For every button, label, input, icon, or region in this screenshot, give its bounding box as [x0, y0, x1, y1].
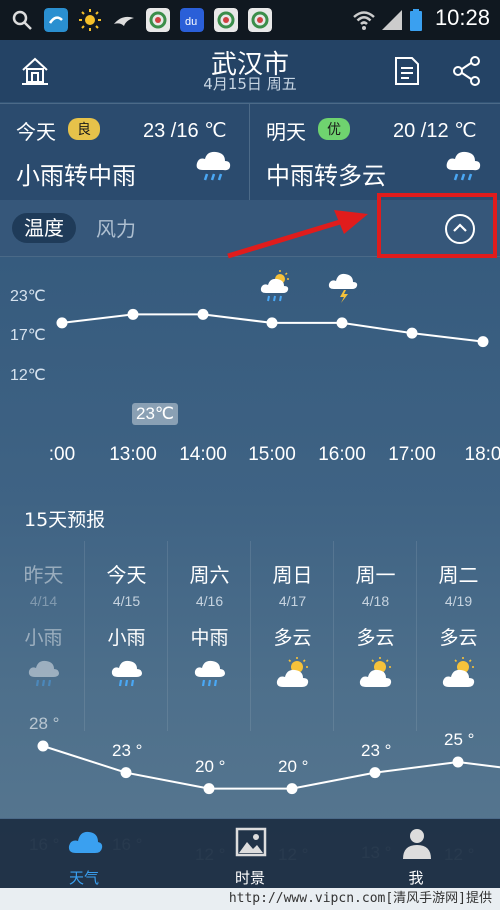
- rain-cloud-icon: [446, 151, 481, 181]
- app-icon: [248, 8, 272, 32]
- high-temp-point: [120, 767, 132, 779]
- sun-rain-icon: [260, 270, 289, 302]
- high-temp-point: [286, 783, 298, 795]
- person-icon: [403, 829, 431, 859]
- x-tick-label: 16:00: [318, 444, 366, 465]
- tab-wind[interactable]: 风力: [96, 214, 136, 244]
- nav-label: 时景: [234, 869, 265, 887]
- tomorrow-temp: 20 /12 ℃: [393, 120, 477, 142]
- nav-label: 我: [408, 869, 424, 887]
- high-temp-label: 20 °: [195, 756, 226, 776]
- x-tick-label: 14:00: [179, 444, 227, 465]
- temperature-point: [127, 308, 139, 320]
- notes-icon[interactable]: [390, 54, 424, 88]
- bottom-nav: 天气 时景 我: [0, 818, 500, 889]
- signal-icon: [382, 10, 402, 30]
- nav-scenes[interactable]: 时景: [200, 819, 300, 889]
- high-temp-label: 23 °: [112, 740, 143, 760]
- nav-weather[interactable]: 天气: [34, 819, 134, 889]
- search-icon: [12, 10, 32, 30]
- share-icon[interactable]: [450, 54, 484, 88]
- temperature-point: [406, 327, 418, 339]
- x-tick-label: 18:0: [464, 444, 500, 465]
- temp-callout: 23℃: [132, 403, 179, 425]
- x-tick-label: 13:00: [109, 444, 157, 465]
- today-temp: 23 /16 ℃: [143, 120, 227, 142]
- temperature-point: [266, 317, 278, 329]
- high-temp-point: [452, 756, 464, 768]
- aqi-badge: 优: [318, 118, 350, 140]
- battery-icon: [410, 9, 422, 31]
- high-temp-point: [37, 740, 49, 752]
- app-header: 武汉市 4月15日 周五: [0, 40, 500, 110]
- watermark: http://www.vipcn.com[清风手游网]提供: [0, 888, 500, 910]
- hourly-temperature-chart[interactable]: 23℃ 17℃ 12℃ :00 13:00 14:00 15:00 16:00 17:00…: [0, 257, 500, 485]
- nav-label: 天气: [68, 869, 99, 887]
- tomorrow-desc: 中雨转多云: [266, 162, 386, 190]
- high-temp-point: [369, 767, 381, 779]
- highlight-box: [377, 193, 497, 258]
- bird-icon: [114, 16, 134, 26]
- high-temp-label: 20 °: [278, 756, 309, 776]
- app-icon: [214, 8, 238, 32]
- tomorrow-label: 明天: [266, 120, 306, 144]
- tab-temperature[interactable]: 温度: [12, 213, 76, 243]
- svg-text:du: du: [185, 16, 197, 28]
- clock: 10:28: [434, 5, 490, 30]
- wifi-icon: [353, 11, 375, 30]
- nav-me[interactable]: 我: [366, 819, 466, 889]
- x-tick-label: 15:00: [248, 444, 296, 465]
- today-label: 今天: [16, 120, 56, 144]
- today-desc: 小雨转中雨: [16, 162, 136, 190]
- today-tomorrow-summary: 今天 良 23 /16 ℃ 小雨转中雨 明天 优 20 /12 ℃ 中雨转多云: [0, 103, 500, 201]
- x-tick-label: 17:00: [388, 444, 436, 465]
- status-bar: du 10:28: [0, 0, 500, 40]
- cloud-icon: [68, 831, 103, 853]
- temperature-point: [197, 308, 209, 320]
- temperature-point: [56, 317, 68, 329]
- high-temp-label: 28 °: [29, 714, 60, 733]
- today-card[interactable]: 今天 良 23 /16 ℃ 小雨转中雨: [0, 104, 249, 200]
- temperature-point: [477, 336, 489, 348]
- x-tick-label: :00: [48, 444, 76, 465]
- date-subtitle: 4月15日 周五: [203, 75, 297, 93]
- rain-cloud-icon: [196, 151, 231, 181]
- high-temp-label: 23 °: [361, 740, 392, 760]
- forecast-line-plot: [37, 740, 500, 795]
- aqi-badge: 良: [68, 118, 100, 140]
- tomorrow-card[interactable]: 明天 优 20 /12 ℃ 中雨转多云: [250, 104, 499, 200]
- forecast-15day: 15天预报 昨天 4/14 小雨 今天 4/15 小雨 周六 4/16 中雨 周日 4/17 多云 周一…: [0, 493, 500, 864]
- baidu-icon: du: [180, 8, 204, 32]
- high-temp-label: 25 °: [444, 729, 475, 749]
- app-icon: [44, 8, 68, 32]
- app-icon: [146, 8, 170, 32]
- sun-icon: [79, 9, 101, 31]
- thunderstorm-icon: [328, 273, 358, 303]
- temperature-point: [336, 317, 348, 329]
- picture-icon: [235, 827, 267, 857]
- high-temp-point: [203, 783, 215, 795]
